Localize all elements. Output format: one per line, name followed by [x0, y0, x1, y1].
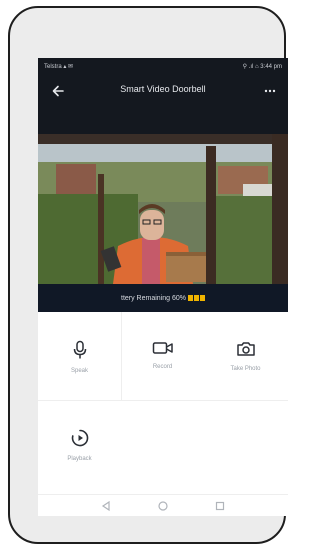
playback-icon — [71, 429, 88, 447]
video-frame-image — [38, 134, 288, 284]
phone-frame: Telstra ▴ ✉ ⚲ .ıl ⌂ 3:44 pm Smart Video … — [8, 6, 288, 544]
nav-home-icon[interactable] — [157, 500, 169, 512]
controls-panel: Speak Record Take Photo Playback — [38, 312, 288, 494]
more-options-icon[interactable] — [260, 82, 280, 100]
nav-recents-icon[interactable] — [214, 500, 226, 512]
system-nav-bar — [38, 494, 288, 516]
nav-back-icon[interactable] — [100, 500, 112, 512]
status-icons-time: ⚲ .ıl ⌂ 3:44 pm — [242, 64, 282, 70]
carrier-text: Telstra ▴ ✉ — [44, 64, 74, 70]
battery-level-icon — [187, 295, 205, 301]
playback-button[interactable]: Playback — [38, 400, 121, 488]
live-video-feed[interactable] — [38, 134, 288, 284]
app-screen: Telstra ▴ ✉ ⚲ .ıl ⌂ 3:44 pm Smart Video … — [38, 58, 288, 516]
speak-button[interactable]: Speak — [38, 312, 121, 400]
playback-label: Playback — [67, 456, 92, 462]
battery-status-bar: ttery Remaining 60% — [38, 284, 288, 312]
battery-remaining-text: ttery Remaining 60% — [121, 294, 186, 302]
video-camera-icon — [152, 342, 173, 354]
record-label: Record — [152, 364, 173, 370]
record-button[interactable]: Record — [121, 312, 204, 400]
title-bar: Smart Video Doorbell — [38, 76, 288, 134]
page-title: Smart Video Doorbell — [120, 84, 206, 94]
take-photo-label: Take Photo — [230, 366, 261, 372]
status-bar: Telstra ▴ ✉ ⚲ .ıl ⌂ 3:44 pm — [38, 58, 288, 76]
take-photo-button[interactable]: Take Photo — [204, 312, 287, 400]
microphone-icon — [73, 340, 86, 359]
camera-icon — [236, 342, 255, 356]
speak-label: Speak — [70, 368, 88, 374]
